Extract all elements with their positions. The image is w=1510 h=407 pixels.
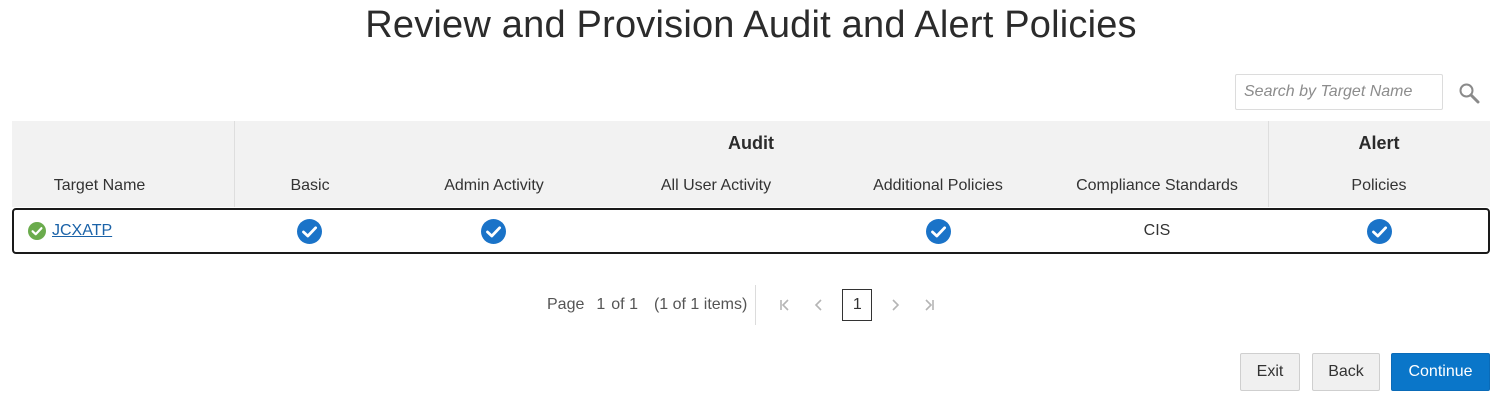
success-status-icon xyxy=(28,222,46,240)
next-page-button[interactable] xyxy=(878,288,912,322)
page-count-label: of 1 xyxy=(611,296,638,313)
column-header-admin-activity[interactable]: Admin Activity xyxy=(386,177,602,195)
current-page-input[interactable]: 1 xyxy=(596,296,605,314)
next-page-icon xyxy=(892,299,900,311)
table-row[interactable]: JCXATP CIS xyxy=(12,208,1490,254)
admin-activity-cell xyxy=(384,210,602,252)
check-circle-icon xyxy=(1366,218,1392,244)
search-input[interactable] xyxy=(1235,74,1443,110)
column-header-alert-policies[interactable]: Policies xyxy=(1268,177,1490,195)
last-page-button[interactable] xyxy=(912,288,946,322)
page-button-1[interactable]: 1 xyxy=(842,289,873,321)
items-count-label: (1 of 1 items) xyxy=(653,296,748,313)
target-name-link[interactable]: JCXATP xyxy=(52,222,112,240)
group-header-audit: Audit xyxy=(728,133,774,153)
exit-button[interactable]: Exit xyxy=(1240,353,1300,391)
column-header-target-name[interactable]: Target Name xyxy=(12,177,187,195)
basic-cell xyxy=(234,210,384,252)
compliance-standards-cell: CIS xyxy=(1143,222,1171,239)
column-header-compliance-standards[interactable]: Compliance Standards xyxy=(1046,177,1268,195)
previous-page-icon xyxy=(815,299,822,311)
page-title: Review and Provision Audit and Alert Pol… xyxy=(365,4,1137,46)
column-header-all-user-activity[interactable]: All User Activity xyxy=(602,177,830,195)
alert-policies-cell xyxy=(1268,210,1490,252)
previous-page-button[interactable] xyxy=(802,288,836,322)
pagination: Page 1 of 1 (1 of 1 items) 1 xyxy=(547,285,946,325)
last-page-icon xyxy=(925,299,935,311)
target-name-cell: JCXATP xyxy=(28,210,112,252)
first-page-icon xyxy=(780,299,789,311)
first-page-button[interactable] xyxy=(768,288,802,322)
back-button[interactable]: Back xyxy=(1312,353,1380,391)
search-button[interactable] xyxy=(1456,80,1482,106)
table-header: Audit Alert Target Name Basic Admin Acti… xyxy=(12,121,1490,207)
all-user-activity-cell xyxy=(602,210,830,252)
additional-policies-cell xyxy=(830,210,1046,252)
pagination-divider xyxy=(755,285,757,325)
group-header-alert: Alert xyxy=(1358,133,1400,153)
page-label: Page xyxy=(547,296,585,313)
column-header-additional-policies[interactable]: Additional Policies xyxy=(830,177,1046,195)
column-header-basic[interactable]: Basic xyxy=(234,177,386,195)
continue-button[interactable]: Continue xyxy=(1391,353,1490,391)
check-circle-icon xyxy=(925,218,951,244)
check-circle-icon xyxy=(480,218,506,244)
check-circle-icon xyxy=(296,218,322,244)
search-icon xyxy=(1459,83,1480,104)
